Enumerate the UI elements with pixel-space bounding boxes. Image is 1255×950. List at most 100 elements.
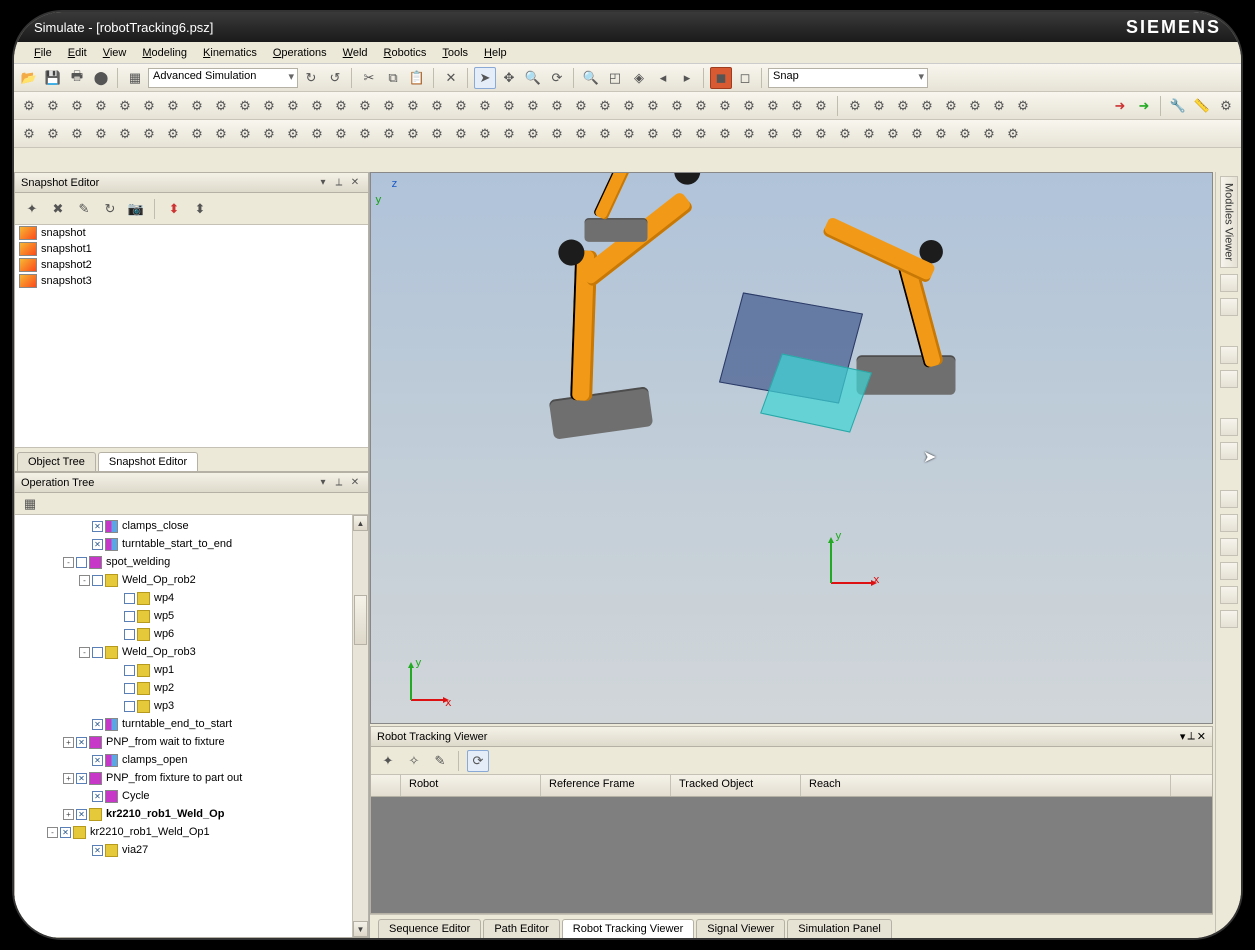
toolbar-icon[interactable]: ⚙ bbox=[90, 95, 112, 117]
toolbar-icon[interactable]: ⚙ bbox=[354, 123, 376, 145]
toolbar-icon[interactable]: ⚙ bbox=[306, 123, 328, 145]
toolbar-icon[interactable]: ⚙ bbox=[90, 123, 112, 145]
toolbar-icon[interactable]: ⚙ bbox=[618, 123, 640, 145]
toolbar-icon[interactable]: ⚙ bbox=[66, 95, 88, 117]
shading-icon[interactable]: ◼ bbox=[710, 67, 732, 89]
toolbar-icon[interactable]: ⚙ bbox=[426, 123, 448, 145]
expand-icon[interactable]: - bbox=[47, 827, 58, 838]
toolbar-icon[interactable]: ⚙ bbox=[186, 95, 208, 117]
checkbox[interactable] bbox=[92, 755, 103, 766]
toolbar-icon[interactable]: ⚙ bbox=[114, 123, 136, 145]
toolbar-icon[interactable]: ⚙ bbox=[474, 95, 496, 117]
tree-item[interactable]: wp2 bbox=[15, 679, 352, 697]
scroll-thumb[interactable] bbox=[354, 595, 367, 645]
toolbar-icon[interactable]: ⚙ bbox=[618, 95, 640, 117]
toolbar-icon[interactable]: ⚙ bbox=[690, 95, 712, 117]
tree-item[interactable]: Cycle bbox=[15, 787, 352, 805]
tree-item[interactable]: wp3 bbox=[15, 697, 352, 715]
column-header[interactable]: Robot bbox=[401, 775, 541, 796]
bottom-tab-robot-tracking-viewer[interactable]: Robot Tracking Viewer bbox=[562, 919, 694, 938]
toolbar-icon[interactable]: ⚙ bbox=[66, 123, 88, 145]
toolbar-icon[interactable]: ⚙ bbox=[738, 95, 760, 117]
side-tool-icon[interactable] bbox=[1220, 346, 1238, 364]
toolbar-icon[interactable]: ⚙ bbox=[594, 95, 616, 117]
toolbar-icon[interactable]: ⚙ bbox=[594, 123, 616, 145]
toolbar-icon[interactable]: ⚙ bbox=[522, 123, 544, 145]
modules-viewer-tab[interactable]: Modules Viewer bbox=[1220, 176, 1238, 268]
expand-icon[interactable]: + bbox=[63, 773, 74, 784]
snapshot-item[interactable]: snapshot3 bbox=[15, 273, 368, 289]
checkbox[interactable] bbox=[92, 521, 103, 532]
side-tool-icon[interactable] bbox=[1220, 610, 1238, 628]
toolbar-icon[interactable]: ⚙ bbox=[916, 95, 938, 117]
refresh-list-icon[interactable]: ↻ bbox=[99, 198, 121, 220]
toolbar-icon[interactable]: ⚙ bbox=[498, 95, 520, 117]
toolbar-icon[interactable]: ⚙ bbox=[210, 123, 232, 145]
toolbar-icon[interactable]: ⚙ bbox=[330, 95, 352, 117]
menu-kinematics[interactable]: Kinematics bbox=[195, 45, 265, 61]
side-tool-icon[interactable] bbox=[1220, 490, 1238, 508]
view-left-icon[interactable]: ◂ bbox=[652, 67, 674, 89]
checkbox[interactable] bbox=[124, 701, 135, 712]
scroll-down-icon[interactable]: ▼ bbox=[353, 921, 368, 937]
bottom-tab-signal-viewer[interactable]: Signal Viewer bbox=[696, 919, 785, 938]
delete-snapshot-icon[interactable]: ✖ bbox=[47, 198, 69, 220]
side-tool-icon[interactable] bbox=[1220, 538, 1238, 556]
toolbar-icon[interactable]: ⚙ bbox=[234, 95, 256, 117]
menu-tools[interactable]: Tools bbox=[434, 45, 476, 61]
viewport-3d[interactable]: z y x y x y bbox=[370, 172, 1213, 724]
toolbar-icon[interactable]: ⚙ bbox=[378, 123, 400, 145]
toolbar-icon[interactable]: ⚙ bbox=[954, 123, 976, 145]
toolbar-icon[interactable]: ⚙ bbox=[988, 95, 1010, 117]
delete-icon[interactable]: ✕ bbox=[440, 67, 462, 89]
side-tool-icon[interactable] bbox=[1220, 418, 1238, 436]
toolbar-icon[interactable]: ⚙ bbox=[138, 95, 160, 117]
checkbox[interactable] bbox=[76, 773, 87, 784]
dropdown-icon[interactable]: ▾ bbox=[316, 176, 330, 190]
pointer-icon[interactable]: ➤ bbox=[474, 67, 496, 89]
scroll-up-icon[interactable]: ▲ bbox=[353, 515, 368, 531]
tree-item[interactable]: wp5 bbox=[15, 607, 352, 625]
checkbox[interactable] bbox=[92, 575, 103, 586]
menu-help[interactable]: Help bbox=[476, 45, 515, 61]
menu-file[interactable]: File bbox=[26, 45, 60, 61]
toolbar-icon[interactable]: ⚙ bbox=[306, 95, 328, 117]
toolbar-icon[interactable]: ⚙ bbox=[42, 123, 64, 145]
snapshot-item[interactable]: snapshot bbox=[15, 225, 368, 241]
checkbox[interactable] bbox=[92, 719, 103, 730]
checkbox[interactable] bbox=[124, 593, 135, 604]
ruler-icon[interactable]: 📏 bbox=[1191, 95, 1213, 117]
toolbar-icon[interactable]: ⚙ bbox=[330, 123, 352, 145]
dropdown-icon[interactable]: ▾ bbox=[316, 476, 330, 490]
toolbar-icon[interactable]: ⚙ bbox=[570, 123, 592, 145]
toolbar-icon[interactable]: ⚙ bbox=[546, 95, 568, 117]
toolbar-icon[interactable]: ⚙ bbox=[426, 95, 448, 117]
column-header[interactable]: Reference Frame bbox=[541, 775, 671, 796]
side-tool-icon[interactable] bbox=[1220, 298, 1238, 316]
paste-icon[interactable]: 📋 bbox=[406, 67, 428, 89]
checkbox[interactable] bbox=[92, 647, 103, 658]
rtv-tool-icon[interactable]: ✎ bbox=[429, 750, 451, 772]
rtv-tool-icon[interactable]: ✦ bbox=[377, 750, 399, 772]
rtv-body[interactable] bbox=[371, 797, 1212, 913]
side-tool-icon[interactable] bbox=[1220, 370, 1238, 388]
snap-combo[interactable]: Snap bbox=[768, 68, 928, 88]
toolbar-icon[interactable]: ⚙ bbox=[282, 95, 304, 117]
toolbar-icon[interactable]: ⚙ bbox=[18, 95, 40, 117]
menu-robotics[interactable]: Robotics bbox=[376, 45, 435, 61]
toolbar-icon[interactable]: ⚙ bbox=[714, 95, 736, 117]
tree-item[interactable]: wp4 bbox=[15, 589, 352, 607]
toolbar-icon[interactable]: ⚙ bbox=[498, 123, 520, 145]
menu-view[interactable]: View bbox=[95, 45, 135, 61]
toolbar-icon[interactable]: ⚙ bbox=[642, 95, 664, 117]
cut-icon[interactable]: ✂ bbox=[358, 67, 380, 89]
side-tool-icon[interactable] bbox=[1220, 274, 1238, 292]
toolbar-icon[interactable]: ⚙ bbox=[666, 123, 688, 145]
toolbar-icon[interactable]: ⚙ bbox=[522, 95, 544, 117]
toolbar-icon[interactable]: ⚙ bbox=[940, 95, 962, 117]
views-icon[interactable]: ◈ bbox=[628, 67, 650, 89]
side-tool-icon[interactable] bbox=[1220, 442, 1238, 460]
view-right-icon[interactable]: ▸ bbox=[676, 67, 698, 89]
apply-icon[interactable]: ⬍ bbox=[163, 198, 185, 220]
orbit-icon[interactable]: ⟳ bbox=[546, 67, 568, 89]
